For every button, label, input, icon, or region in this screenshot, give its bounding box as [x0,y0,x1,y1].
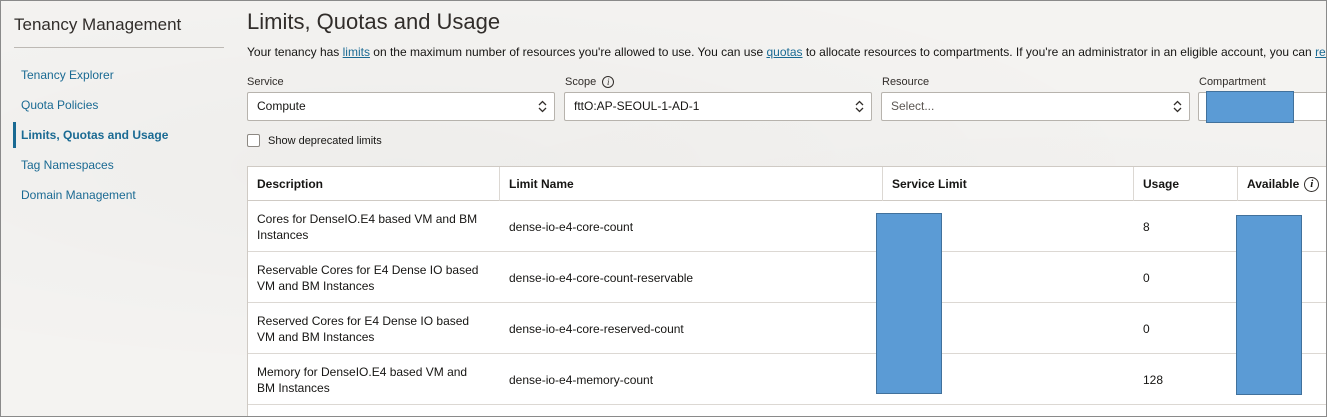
cell-description: Reservable Cores for E4 Dense IO based V… [257,262,479,293]
cell-usage: 8 [1143,219,1150,234]
column-header-label: Available [1247,177,1300,191]
main-content: Limits, Quotas and Usage Your tenancy ha… [247,1,1326,416]
intro-text: Your tenancy has limits on the maximum n… [247,45,1326,59]
sidebar-item-limits-quotas-usage[interactable]: Limits, Quotas and Usage [13,122,225,148]
chevron-up-down-icon [538,100,547,113]
column-header-available[interactable]: Available i [1238,167,1326,201]
column-header-usage[interactable]: Usage [1134,167,1238,201]
sidebar-item-tag-namespaces[interactable]: Tag Namespaces [13,152,225,178]
column-header-limit-name[interactable]: Limit Name [500,167,883,201]
table-row: Reserved Cores for E4 Dense IO based VM … [248,303,1326,354]
intro-text-part: to allocate resources to compartments. I… [802,45,1316,59]
cell-limit-name: dense-io-e4-memory-count [509,372,654,387]
table-row: Reservable Cores for E4 Dense IO based V… [248,252,1326,303]
sidebar-item-quota-policies[interactable]: Quota Policies [13,92,225,118]
info-icon[interactable]: i [602,76,615,88]
cell-limit-name: dense-io-e4-core-count-reservable [509,270,694,285]
quotas-link[interactable]: quotas [766,45,802,59]
limits-link[interactable]: limits [343,45,370,59]
page-title: Limits, Quotas and Usage [247,9,501,34]
sidebar-item-tenancy-explorer[interactable]: Tenancy Explorer [13,62,225,88]
cell-description: Cores for DenseIO.E4 based VM and BM Ins… [257,211,478,242]
redacted-available [1236,215,1302,395]
intro-text-part: Your tenancy has [247,45,343,59]
scope-label-text: Scope [565,76,597,88]
column-header-description[interactable]: Description [248,167,500,201]
service-select-value: Compute [257,99,306,113]
sidebar-divider [14,47,224,48]
column-header-label: Usage [1143,177,1180,191]
sidebar-item-domain-management[interactable]: Domain Management [13,182,225,208]
cell-limit-name: dense-io-e4-core-reserved-count [509,321,684,336]
resource-select-placeholder: Select... [891,99,935,113]
limits-table: Description Limit Name Service Limit Usa… [247,166,1326,416]
redacted-service-limit [876,213,942,394]
cell-description: Memory for DenseIO.E4 based VM and BM In… [257,364,468,395]
scope-label: Scope i [565,76,615,88]
info-icon[interactable]: i [1304,176,1320,192]
show-deprecated-checkbox[interactable] [247,134,260,147]
column-header-label: Description [257,177,324,191]
service-label: Service [247,76,284,88]
cell-usage: 0 [1143,321,1150,336]
scope-select-value: fttO:AP-SEOUL-1-AD-1 [574,99,700,113]
table-row: Cores for DenseIO.E4 based VM and BM Ins… [248,201,1326,252]
sidebar-title: Tenancy Management [14,15,182,34]
cell-usage: 0 [1143,270,1150,285]
column-header-label: Limit Name [509,177,574,191]
service-select[interactable]: Compute [247,92,555,121]
scope-select[interactable]: fttO:AP-SEOUL-1-AD-1 [564,92,872,121]
cell-description: Reserved Cores for E4 Dense IO based VM … [257,313,470,344]
redacted-compartment [1206,91,1294,123]
cell-usage: 128 [1143,372,1164,387]
cell-limit-name: dense-io-e4-core-count [509,219,634,234]
column-header-label: Service Limit [892,177,967,191]
chevron-up-down-icon [1173,100,1182,113]
table-row: Memory for DenseIO.E4 based VM and BM In… [248,354,1326,405]
column-header-service-limit[interactable]: Service Limit [883,167,1134,201]
resource-label-text: Resource [882,76,930,88]
service-label-text: Service [247,76,284,88]
resource-select[interactable]: Select... [881,92,1190,121]
request-link[interactable]: request [1315,45,1326,59]
show-deprecated-label: Show deprecated limits [268,134,382,147]
app-window: Tenancy Management Tenancy Explorer Quot… [0,0,1327,417]
compartment-label-text: Compartment [1199,76,1266,88]
table-header: Description Limit Name Service Limit Usa… [248,167,1326,201]
resource-label: Resource [882,76,929,88]
chevron-up-down-icon [855,100,864,113]
intro-text-part: on the maximum number of resources you'r… [369,45,767,59]
show-deprecated-row[interactable]: Show deprecated limits [247,134,382,147]
compartment-label: Compartment [1199,76,1266,88]
sidebar: Tenancy Management Tenancy Explorer Quot… [1,1,233,416]
